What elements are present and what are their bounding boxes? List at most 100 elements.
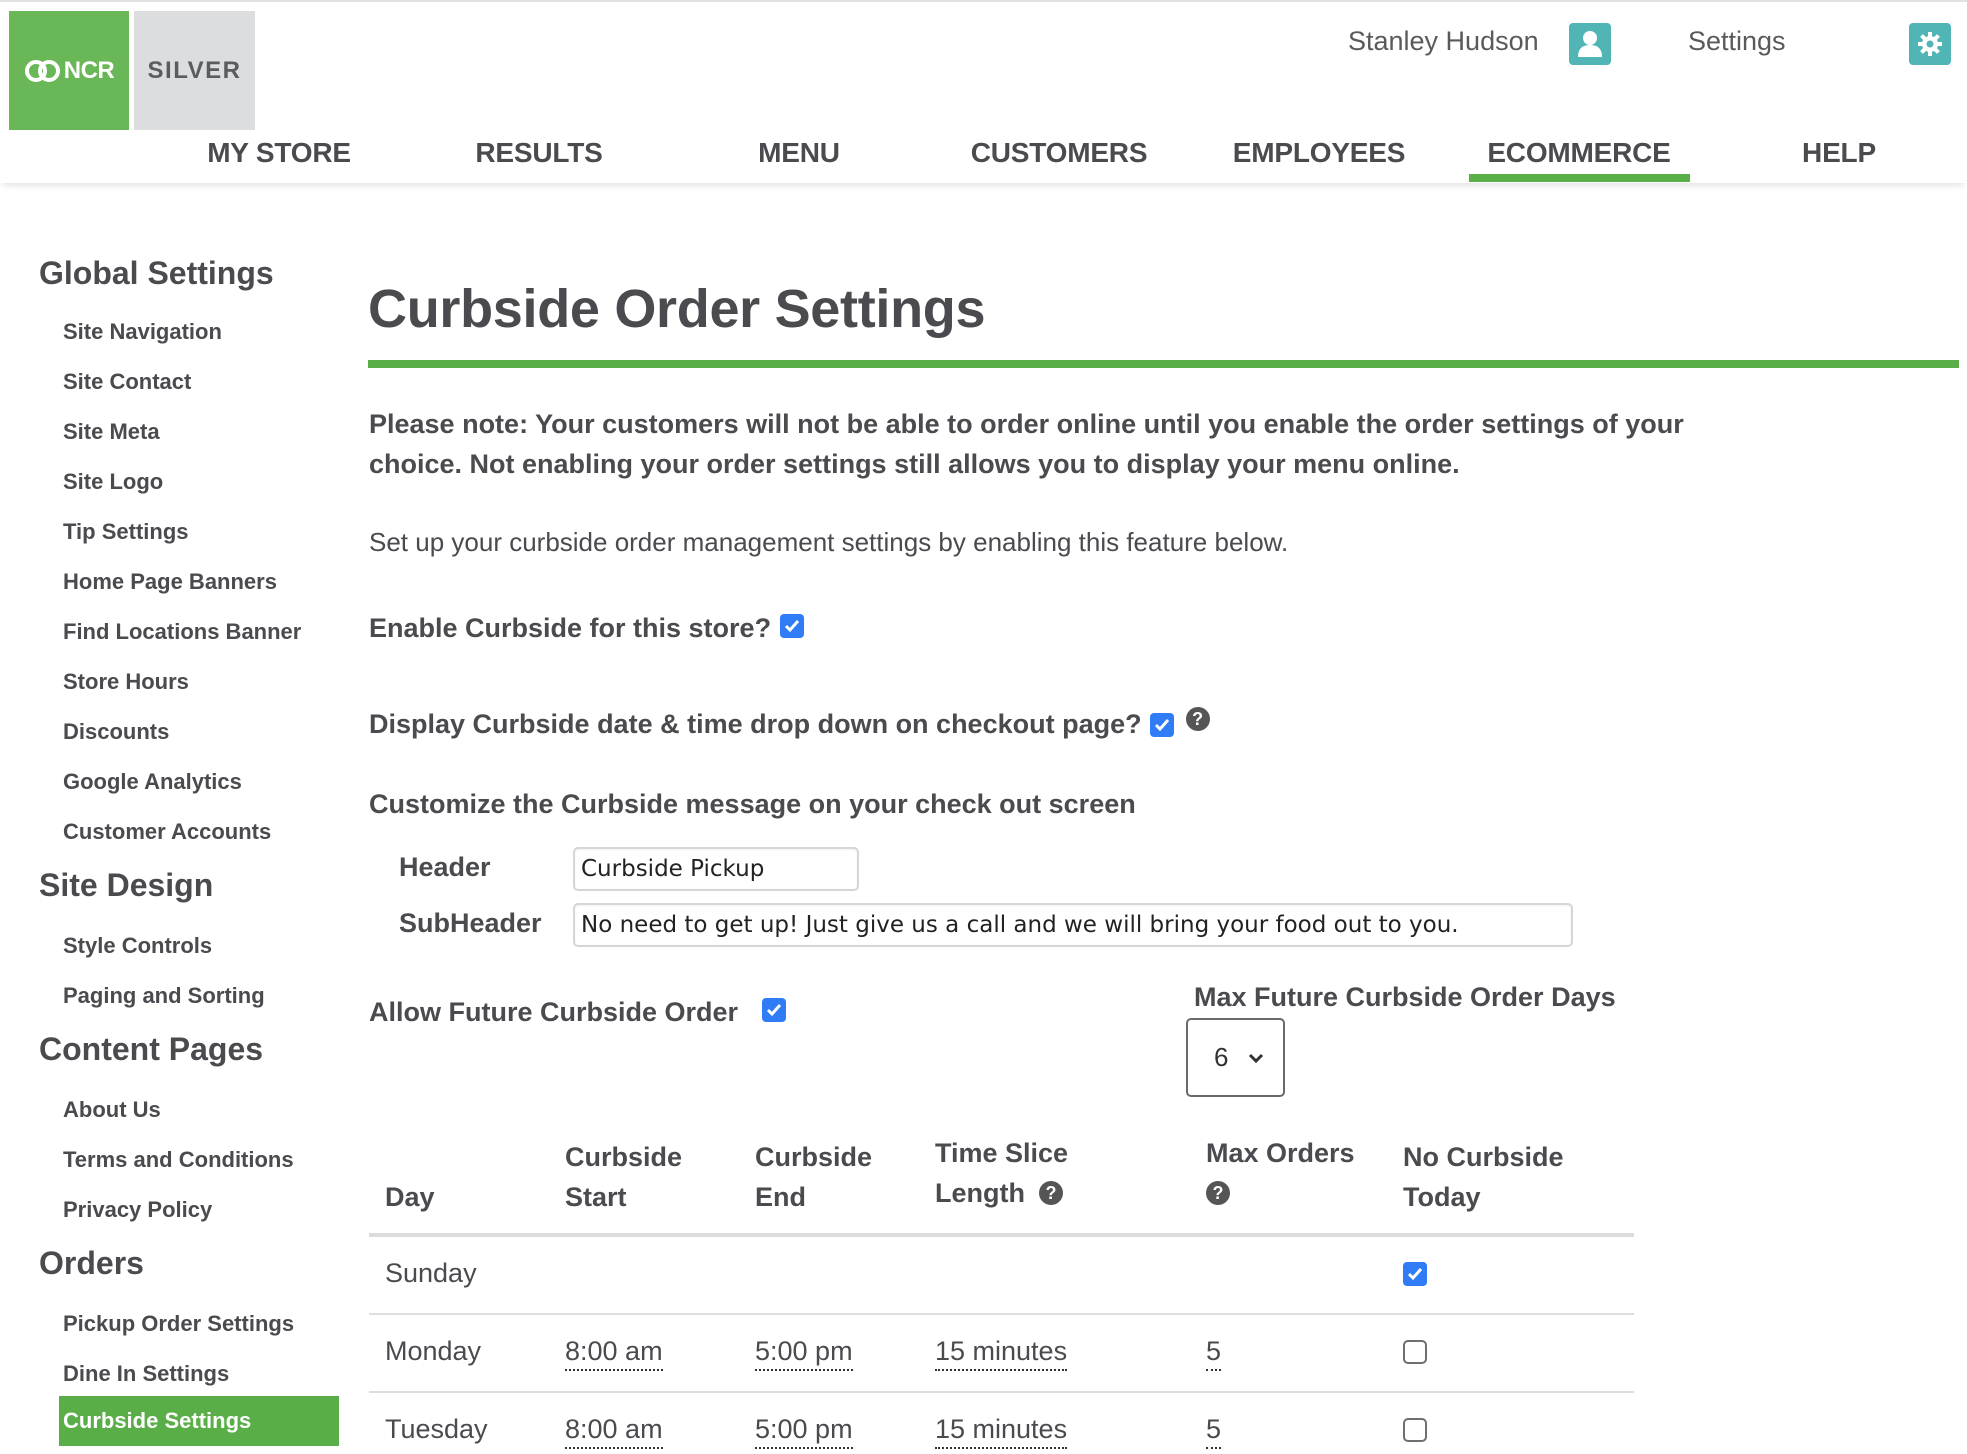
ncr-logo-text: NCR	[63, 56, 115, 84]
col-header-max-line1: Max Orders	[1206, 1138, 1355, 1168]
start-time-link[interactable]: 8:00 am	[565, 1414, 663, 1449]
checkmark-icon	[1154, 718, 1169, 731]
title-divider	[368, 360, 1959, 368]
checkmark-icon	[785, 619, 800, 632]
gear-icon	[1918, 32, 1942, 56]
display-dropdown-checkbox[interactable]	[1149, 712, 1174, 737]
help-icon[interactable]: ?	[1185, 706, 1210, 731]
col-header-no-curbside: No Curbside Today	[1403, 1137, 1564, 1217]
nav-employees[interactable]: EMPLOYEES	[1233, 137, 1406, 169]
col-header-start-line2: Start	[565, 1182, 627, 1212]
allow-future-label: Allow Future Curbside Order	[369, 997, 739, 1027]
enable-curbside-label: Enable Curbside for this store?	[369, 613, 772, 643]
col-header-max-line2-row: ?	[1206, 1173, 1355, 1213]
nav-my-store[interactable]: MY STORE	[207, 137, 351, 169]
user-icon	[1578, 31, 1602, 57]
sidebar-item-curbside-settings[interactable]: Curbside Settings	[59, 1396, 339, 1446]
sidebar-heading-site-design: Site Design	[39, 867, 214, 903]
enable-curbside-checkbox[interactable]	[780, 613, 805, 638]
time-slice-link[interactable]: 15 minutes	[935, 1414, 1068, 1449]
sidebar-item-home-page-banners[interactable]: Home Page Banners	[63, 569, 277, 595]
checkmark-icon	[1407, 1268, 1423, 1281]
allow-future-row: Allow Future Curbside Order	[369, 997, 787, 1028]
row-divider	[369, 1313, 1634, 1315]
col-header-slice-line2: Length	[935, 1178, 1025, 1208]
sidebar-item-terms-and-conditions[interactable]: Terms and Conditions	[63, 1147, 294, 1173]
allow-future-checkbox[interactable]	[762, 997, 787, 1022]
no-curbside-checkbox[interactable]	[1403, 1418, 1427, 1442]
header-input[interactable]	[573, 847, 859, 891]
checkmark-icon	[766, 1003, 782, 1016]
user-name-link[interactable]: Stanley Hudson	[1348, 26, 1539, 57]
sidebar-item-about-us[interactable]: About Us	[63, 1097, 161, 1123]
no-curbside-checkbox[interactable]	[1403, 1340, 1427, 1364]
settings-button[interactable]	[1909, 23, 1951, 65]
nav-ecommerce[interactable]: ECOMMERCE	[1487, 137, 1671, 169]
sidebar-heading-content-pages: Content Pages	[39, 1031, 264, 1067]
sidebar-item-privacy-policy[interactable]: Privacy Policy	[63, 1197, 212, 1223]
col-header-start-line1: Curbside	[565, 1142, 683, 1172]
start-time-link[interactable]: 8:00 am	[565, 1336, 663, 1371]
col-header-end: Curbside End	[755, 1137, 872, 1217]
sidebar-item-store-hours[interactable]: Store Hours	[63, 669, 189, 695]
help-icon[interactable]: ?	[1206, 1181, 1230, 1205]
sidebar-item-site-logo[interactable]: Site Logo	[63, 469, 163, 495]
col-header-slice-line1: Time Slice	[935, 1138, 1069, 1168]
col-header-max-orders: Max Orders ?	[1206, 1133, 1355, 1213]
sidebar-item-style-controls[interactable]: Style Controls	[63, 933, 212, 959]
no-curbside-checkbox[interactable]	[1403, 1262, 1427, 1286]
help-icon[interactable]: ?	[1038, 1181, 1063, 1205]
sidebar-item-tip-settings[interactable]: Tip Settings	[63, 519, 189, 545]
nav-customers[interactable]: CUSTOMERS	[971, 137, 1148, 169]
sidebar-item-customer-accounts[interactable]: Customer Accounts	[63, 819, 271, 845]
end-time-link[interactable]: 5:00 pm	[755, 1414, 853, 1449]
time-slice-link[interactable]: 15 minutes	[935, 1336, 1068, 1371]
user-profile-button[interactable]	[1569, 23, 1611, 65]
display-dropdown-row: Display Curbside date & time drop down o…	[369, 706, 1210, 740]
enable-curbside-row: Enable Curbside for this store?	[369, 613, 805, 644]
nav-results[interactable]: RESULTS	[475, 137, 602, 169]
col-header-start: Curbside Start	[565, 1137, 682, 1217]
sidebar-heading-orders: Orders	[39, 1245, 144, 1281]
max-days-select[interactable]: 6	[1186, 1018, 1285, 1097]
silver-logo-text: SILVER	[147, 56, 242, 84]
sidebar-item-google-analytics[interactable]: Google Analytics	[63, 769, 242, 795]
sidebar-item-find-locations-banner[interactable]: Find Locations Banner	[63, 619, 301, 645]
sidebar-item-site-meta[interactable]: Site Meta	[63, 419, 160, 445]
subheader-input[interactable]	[573, 903, 1573, 947]
max-orders-link[interactable]: 5	[1206, 1336, 1222, 1371]
page-title: Curbside Order Settings	[368, 279, 986, 339]
row-divider	[369, 1391, 1634, 1393]
header-field-label: Header	[399, 852, 491, 882]
nav-active-indicator	[1469, 174, 1690, 182]
table-header-divider	[369, 1233, 1634, 1237]
day-cell: Monday	[385, 1336, 482, 1366]
max-days-label: Max Future Curbside Order Days	[1194, 982, 1616, 1012]
chevron-down-icon	[1249, 1053, 1264, 1063]
top-border	[0, 0, 1967, 2]
silver-logo[interactable]: SILVER	[134, 11, 255, 130]
ncr-rings-icon	[24, 59, 60, 82]
col-header-slice-line2-row: Length ?	[935, 1173, 1068, 1213]
nav-help[interactable]: HELP	[1802, 137, 1876, 169]
sidebar-item-site-contact[interactable]: Site Contact	[63, 369, 191, 395]
sidebar-heading-global-settings: Global Settings	[39, 255, 274, 291]
nav-menu[interactable]: MENU	[758, 137, 840, 169]
col-header-time-slice: Time Slice Length ?	[935, 1133, 1068, 1213]
sidebar-item-site-navigation[interactable]: Site Navigation	[63, 319, 222, 345]
sidebar-item-dine-in-settings[interactable]: Dine In Settings	[63, 1361, 229, 1387]
settings-link[interactable]: Settings	[1688, 26, 1786, 57]
ncr-logo[interactable]: NCR	[9, 11, 129, 130]
col-header-none-line1: No Curbside	[1403, 1142, 1564, 1172]
sidebar-item-discounts[interactable]: Discounts	[63, 719, 169, 745]
display-dropdown-label: Display Curbside date & time drop down o…	[369, 709, 1142, 739]
day-cell: Sunday	[385, 1258, 477, 1288]
order-settings-note: Please note: Your customers will not be …	[369, 409, 1684, 479]
end-time-link[interactable]: 5:00 pm	[755, 1336, 853, 1371]
day-cell: Tuesday	[385, 1414, 488, 1444]
sidebar-item-pickup-order-settings[interactable]: Pickup Order Settings	[63, 1311, 294, 1337]
col-header-end-line2: End	[755, 1182, 806, 1212]
col-header-none-line2: Today	[1403, 1182, 1481, 1212]
sidebar-item-paging-and-sorting[interactable]: Paging and Sorting	[63, 983, 265, 1009]
max-orders-link[interactable]: 5	[1206, 1414, 1222, 1449]
